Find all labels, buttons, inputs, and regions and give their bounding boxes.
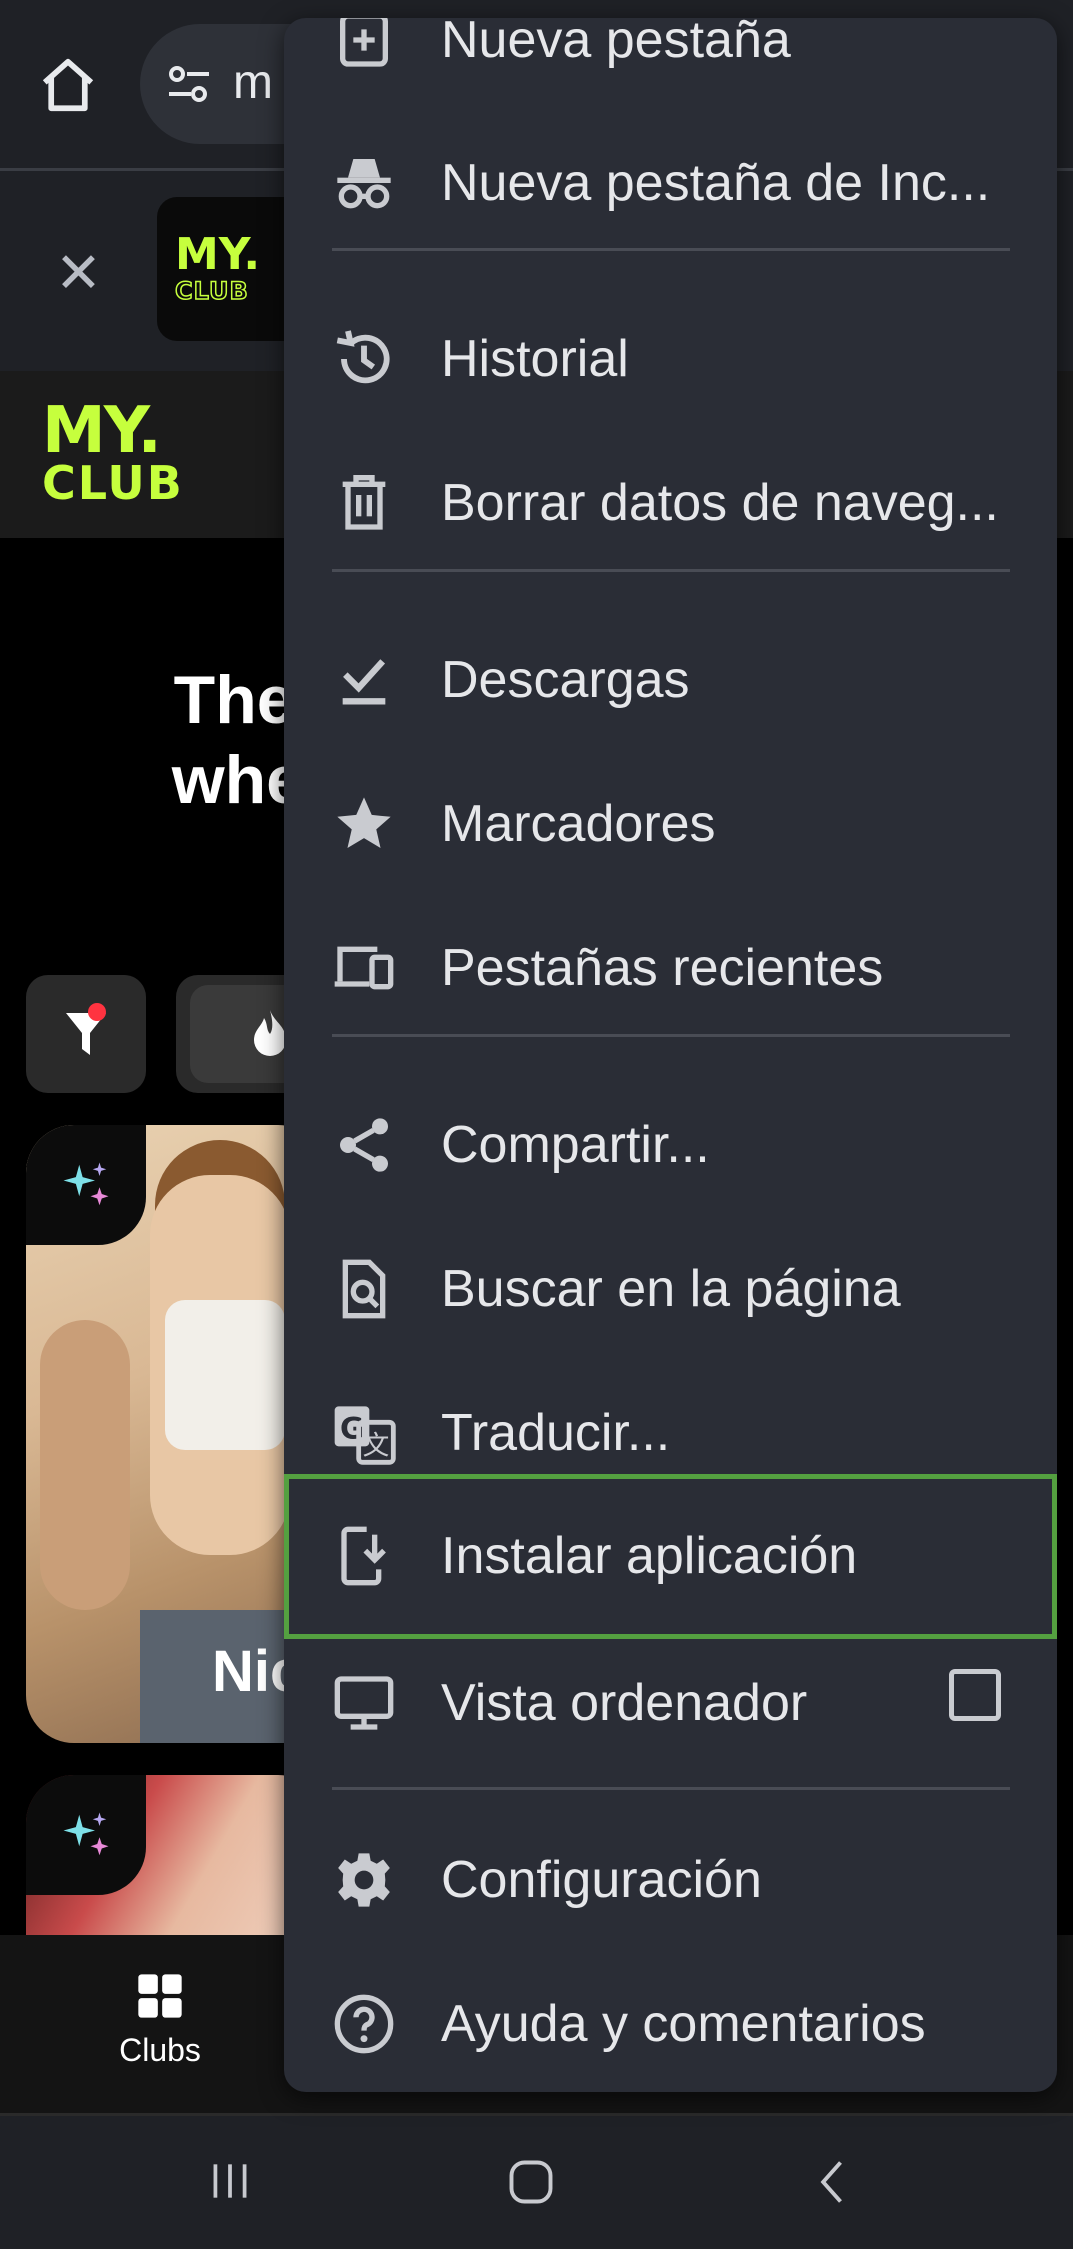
menu-separator (332, 569, 1010, 572)
logo-my: MY. (42, 394, 162, 468)
desktop-icon (334, 1676, 394, 1730)
browser-overflow-menu: Nueva pestaña Nueva pestaña de Inc... Hi… (284, 18, 1057, 2092)
close-icon[interactable]: ✕ (55, 240, 102, 306)
help-icon (334, 1994, 394, 2054)
menu-item-install-app[interactable]: Instalar aplicación (284, 1474, 1057, 1639)
menu-item-label: Nueva pestaña (441, 18, 791, 69)
menu-item-incognito[interactable]: Nueva pestaña de Inc... (284, 111, 1057, 255)
grid-icon (138, 1974, 182, 2018)
recent-apps-icon[interactable] (205, 2156, 255, 2206)
back-icon[interactable] (808, 2156, 860, 2208)
sparkle-icon (63, 1162, 109, 1206)
menu-item-recent-tabs[interactable]: Pestañas recientes (284, 896, 1057, 1040)
trash-icon (342, 475, 386, 530)
site-settings-icon[interactable] (165, 62, 213, 111)
menu-item-label: Instalar aplicación (441, 1527, 858, 1585)
menu-item-label: Nueva pestaña de Inc... (441, 154, 991, 212)
install-app-icon (341, 1526, 386, 1586)
home-system-icon[interactable] (505, 2156, 557, 2208)
menu-item-label: Historial (441, 330, 629, 388)
card-photo-detail (165, 1300, 285, 1450)
menu-item-label: Configuración (441, 1851, 762, 1909)
menu-item-settings[interactable]: Configuración (284, 1808, 1057, 1952)
menu-item-find-in-page[interactable]: Buscar en la página (284, 1217, 1057, 1361)
download-done-icon (342, 659, 386, 705)
share-icon (340, 1118, 388, 1172)
banner-logo-text: MY. (175, 229, 261, 280)
home-button[interactable] (30, 45, 105, 125)
find-in-page-icon (342, 1259, 386, 1319)
menu-item-new-tab[interactable]: Nueva pestaña (284, 18, 1057, 112)
system-navigation-bar (0, 2116, 1073, 2249)
sparkle-badge (26, 1125, 146, 1245)
home-icon (42, 58, 93, 112)
nav-clubs-label: Clubs (119, 2032, 201, 2068)
sparkle-icon (63, 1812, 109, 1856)
gear-icon (338, 1853, 390, 1907)
menu-separator (332, 1787, 1010, 1790)
menu-separator (332, 1034, 1010, 1037)
svg-text:文: 文 (363, 1430, 390, 1461)
menu-item-label: Vista ordenador (441, 1674, 808, 1732)
sparkle-badge (26, 1775, 146, 1895)
desktop-site-checkbox[interactable] (949, 1669, 1001, 1721)
incognito-icon (337, 159, 391, 209)
menu-item-label: Buscar en la página (441, 1260, 901, 1318)
logo-club: CLUB (42, 456, 184, 510)
site-logo[interactable]: MY. CLUB (42, 394, 184, 510)
filter-button[interactable] (26, 975, 146, 1093)
menu-item-label: Borrar datos de naveg... (441, 474, 999, 532)
menu-item-label: Pestañas recientes (441, 939, 884, 997)
url-text[interactable]: m (233, 55, 273, 110)
menu-item-label: Ayuda y comentarios (441, 1995, 926, 2053)
banner-logo-sub: CLUB (174, 276, 249, 306)
nav-clubs[interactable]: Clubs (110, 1970, 210, 2090)
menu-item-history[interactable]: Historial (284, 287, 1057, 431)
menu-separator (332, 248, 1010, 251)
menu-item-bookmarks[interactable]: Marcadores (284, 752, 1057, 896)
devices-icon (334, 946, 394, 990)
menu-item-desktop-site[interactable]: Vista ordenador (284, 1631, 1057, 1775)
new-tab-icon (340, 18, 388, 67)
translate-icon: G文 (334, 1406, 396, 1465)
card-photo-detail (40, 1320, 130, 1610)
menu-item-label: Compartir... (441, 1116, 710, 1174)
menu-item-help[interactable]: Ayuda y comentarios (284, 1952, 1057, 2092)
menu-item-label: Marcadores (441, 795, 716, 853)
menu-item-share[interactable]: Compartir... (284, 1073, 1057, 1217)
menu-item-clear-data[interactable]: Borrar datos de naveg... (284, 431, 1057, 575)
history-icon (336, 330, 390, 384)
menu-item-label: Descargas (441, 651, 690, 709)
star-icon (337, 797, 391, 848)
menu-item-downloads[interactable]: Descargas (284, 608, 1057, 752)
notification-dot (88, 1003, 106, 1021)
